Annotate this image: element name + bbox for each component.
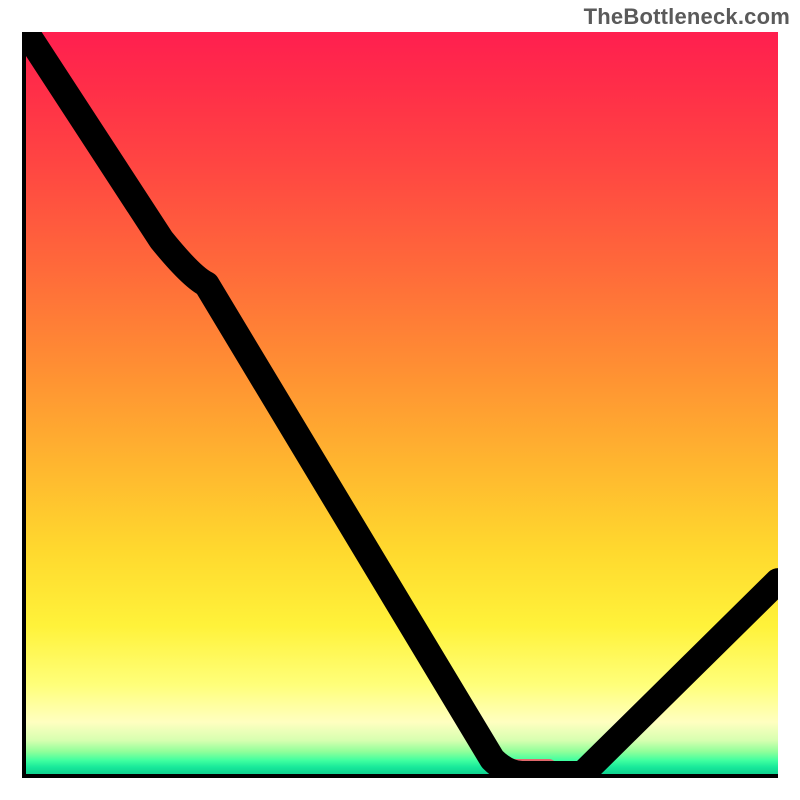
chart-frame: TheBottleneck.com <box>0 0 800 800</box>
plot-area <box>22 32 778 778</box>
bottleneck-curve <box>26 32 778 774</box>
watermark-text: TheBottleneck.com <box>584 4 790 30</box>
